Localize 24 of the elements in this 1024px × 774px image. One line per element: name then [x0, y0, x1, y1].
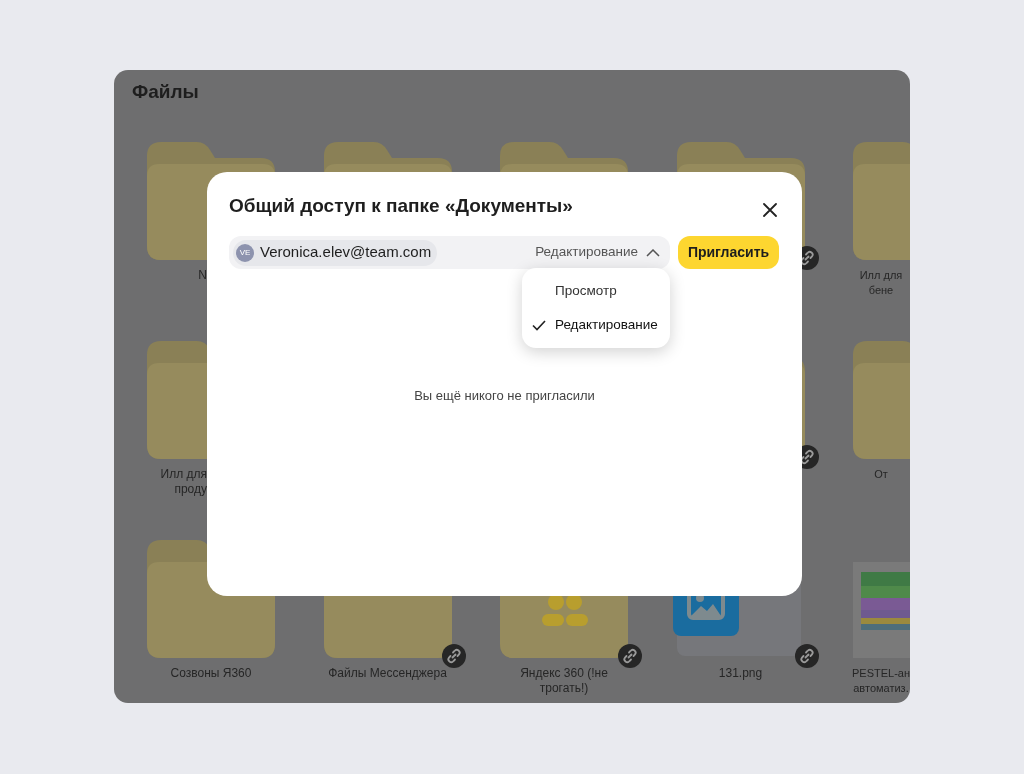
file-name: N: [197, 268, 207, 283]
invite-field[interactable]: VE Veronica.elev@team.com Редактирование: [229, 236, 670, 269]
access-select[interactable]: Редактирование: [535, 242, 660, 263]
file-name: От: [873, 467, 889, 482]
close-icon: [763, 203, 777, 217]
dialog-title: Общий доступ к папке «Документы»: [229, 193, 573, 218]
file-name: Яндекс 360 (!не трогать!): [519, 666, 609, 696]
file-name: 131.png: [717, 666, 764, 681]
page-title: Файлы: [132, 80, 199, 104]
chevron-up-icon: [646, 248, 660, 257]
file-name: Файлы Мессенджера: [327, 666, 448, 681]
check-icon: [532, 319, 546, 331]
file-name: Илл для бене: [858, 268, 904, 298]
menu-item[interactable]: Редактирование: [522, 308, 670, 342]
file-name: Илл для проду: [159, 467, 207, 497]
empty-message: Вы ещё никого не пригласили: [413, 387, 596, 405]
menu-item-label: Редактирование: [555, 315, 658, 334]
invite-button[interactable]: Пригласить: [678, 236, 779, 269]
email-text: Veronica.elev@team.com: [260, 242, 432, 263]
menu-item-label: Просмотр: [555, 281, 617, 300]
menu-item[interactable]: Просмотр: [522, 274, 670, 308]
avatar: VE: [236, 243, 254, 262]
file-name: PESTEL-ан автоматиз.: [850, 666, 910, 696]
file-name: Созвоны Я360: [169, 666, 253, 681]
